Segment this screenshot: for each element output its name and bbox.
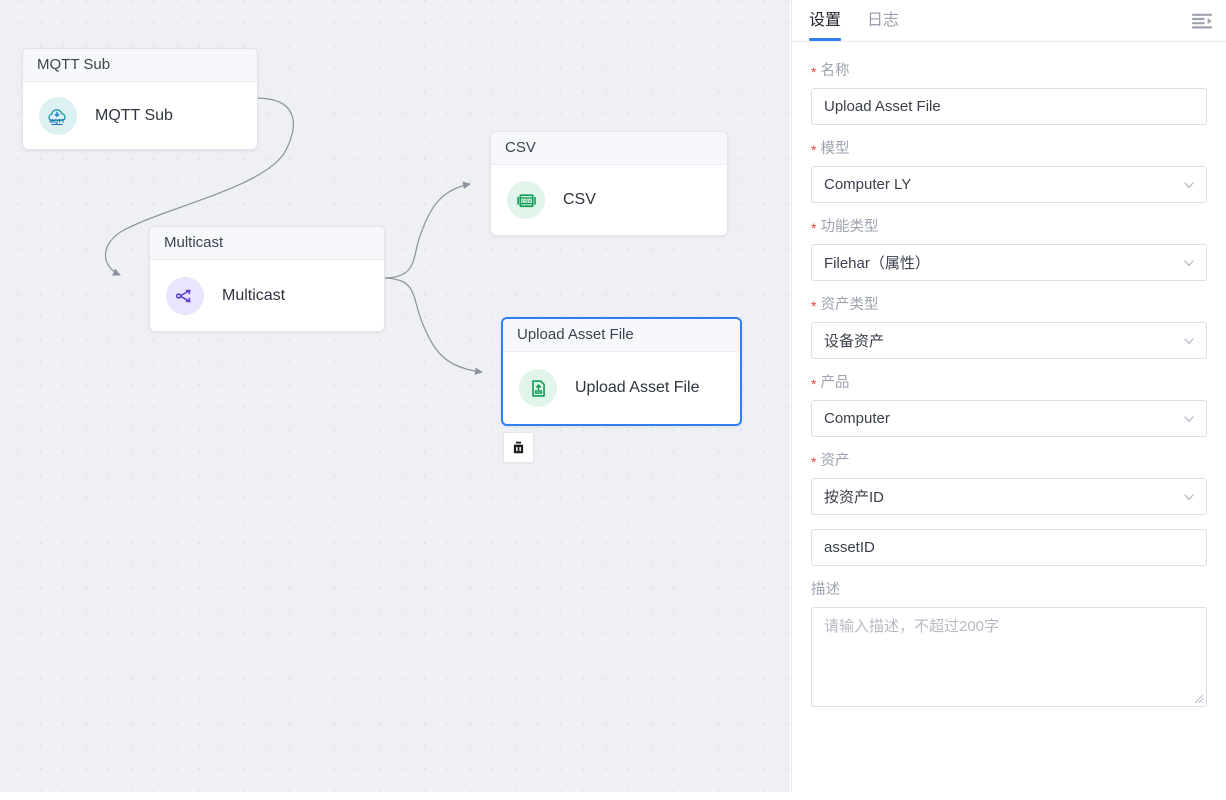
field-asset-id: assetID xyxy=(811,529,1207,566)
asset-select[interactable]: 按资产ID xyxy=(811,478,1207,515)
chevron-down-icon xyxy=(1184,493,1194,500)
node-label: Multicast xyxy=(222,286,286,304)
trash-icon xyxy=(513,441,524,454)
field-asset-type: * 资产类型 设备资产 xyxy=(811,296,1207,359)
node-title: Upload Asset File xyxy=(503,319,740,352)
node-title: CSV xyxy=(491,132,727,165)
required-mark: * xyxy=(811,298,817,314)
chevron-down-icon xyxy=(1184,415,1194,422)
upload-document-icon xyxy=(519,369,557,407)
edge-multicast-to-upload xyxy=(382,277,483,376)
model-select-value: Computer LY xyxy=(824,176,912,193)
field-label-product: * 产品 xyxy=(811,375,850,392)
node-body: Upload Asset File xyxy=(503,352,740,424)
asset-type-select-value: 设备资产 xyxy=(824,333,885,350)
tab-settings[interactable]: 设置 xyxy=(809,0,842,41)
product-select-value: Computer xyxy=(824,410,890,427)
model-select[interactable]: Computer LY xyxy=(811,166,1207,203)
flow-node-multicast[interactable]: Multicast Multicast xyxy=(149,226,385,332)
chevron-down-icon xyxy=(1184,181,1194,188)
node-title: Multicast xyxy=(150,227,384,260)
field-asset: * 资产 按资产ID xyxy=(811,452,1207,515)
field-function-type: * 功能类型 Filehar（属性） xyxy=(811,218,1207,281)
bottom-strip xyxy=(0,792,1226,800)
name-input[interactable]: Upload Asset File xyxy=(811,88,1207,125)
product-select[interactable]: Computer xyxy=(811,400,1207,437)
function-type-select-value: Filehar（属性） xyxy=(824,255,930,272)
flow-node-csv[interactable]: CSV CSV CSV xyxy=(490,131,728,236)
field-model: * 模型 Computer LY xyxy=(811,140,1207,203)
edge-multicast-to-csv xyxy=(382,181,471,279)
field-label-model: * 模型 xyxy=(811,141,850,158)
field-label-description: 描述 xyxy=(811,582,840,598)
svg-text:CSV: CSV xyxy=(521,198,532,204)
field-label-asset-type: * 资产类型 xyxy=(811,297,879,314)
chevron-down-icon xyxy=(1184,337,1194,344)
flow-canvas[interactable]: MQTT Sub MQTT MQTT Sub Multicast Multica… xyxy=(0,0,790,792)
function-type-select[interactable]: Filehar（属性） xyxy=(811,244,1207,281)
share-branch-icon xyxy=(166,276,204,315)
field-label-asset: * 资产 xyxy=(811,453,850,470)
workflow-editor: MQTT Sub MQTT MQTT Sub Multicast Multica… xyxy=(0,0,1226,800)
required-mark: * xyxy=(811,220,817,236)
node-body: MQTT MQTT Sub xyxy=(23,82,257,149)
panel-collapse-icon[interactable] xyxy=(1190,9,1214,33)
settings-form: *名称 Upload Asset File *模型 Computer LY xyxy=(792,42,1226,707)
node-label: Upload Asset File xyxy=(575,379,700,396)
required-mark: * xyxy=(811,454,817,470)
field-description: 描述 请输入描述，不超过200字 xyxy=(811,581,1207,707)
flow-node-upload-asset-file[interactable]: Upload Asset File Upload Asset File xyxy=(501,317,742,426)
asset-type-select[interactable]: 设备资产 xyxy=(811,322,1207,359)
field-name: * 名称 Upload Asset File xyxy=(811,62,1207,125)
field-label-function-type: * 功能类型 xyxy=(811,219,879,236)
node-title: MQTT Sub xyxy=(23,49,257,82)
node-body: Multicast xyxy=(150,260,384,331)
flow-node-mqtt-sub[interactable]: MQTT Sub MQTT MQTT Sub xyxy=(22,48,258,150)
node-label: CSV xyxy=(563,191,596,208)
resize-grip-icon[interactable] xyxy=(1192,692,1204,704)
asset-select-value: 按资产ID xyxy=(824,489,885,506)
asset-id-input[interactable]: assetID xyxy=(811,529,1207,566)
required-mark: * xyxy=(811,376,817,392)
properties-panel: 设置 日志 * 名称 Upload Asset File * 模型 Comput… xyxy=(791,0,1226,792)
description-placeholder: 请输入描述，不超过200字 xyxy=(824,618,1000,635)
delete-node-button[interactable] xyxy=(503,432,534,463)
asset-id-input-value: assetID xyxy=(824,539,875,556)
field-label-name: * 名称 xyxy=(811,63,850,80)
tab-logs[interactable]: 日志 xyxy=(867,0,899,41)
panel-tabs: 设置 日志 xyxy=(792,0,1226,42)
node-body: CSV CSV xyxy=(491,165,727,235)
chevron-down-icon xyxy=(1184,259,1194,266)
description-textarea[interactable]: 请输入描述，不超过200字 xyxy=(811,607,1207,707)
node-label: MQTT Sub xyxy=(95,106,173,124)
required-mark: * xyxy=(811,142,817,158)
required-mark: * xyxy=(811,64,817,80)
field-product: * 产品 Computer xyxy=(811,374,1207,437)
mqtt-cloud-download-icon: MQTT xyxy=(39,96,77,135)
name-input-value: Upload Asset File xyxy=(824,98,941,115)
csv-file-icon: CSV xyxy=(507,181,545,219)
